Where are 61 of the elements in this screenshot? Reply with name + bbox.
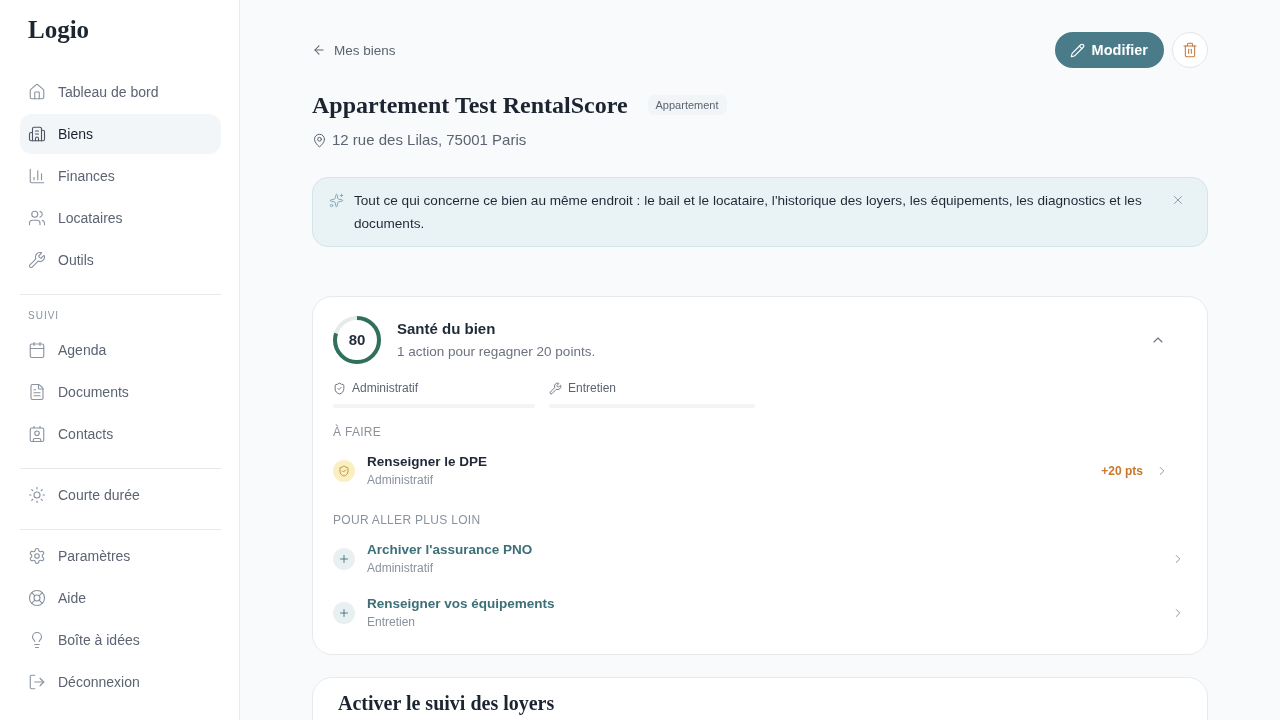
nav-item[interactable]: Biens <box>20 114 221 154</box>
trash-icon <box>1182 42 1198 58</box>
category-label: Administratif <box>352 380 419 396</box>
banner-text: Tout ce qui concerne ce bien au même endroit : le bail et le locataire, l'historique des loyers, les équipements, les diagnostics et les documents. <box>354 192 1143 233</box>
logout-icon <box>28 673 46 691</box>
document-icon <box>28 383 46 401</box>
plus-circle-icon <box>333 547 355 570</box>
points-label: +20 pts <box>1101 462 1143 479</box>
wrench-icon <box>549 381 562 395</box>
shield-check-icon <box>333 381 346 395</box>
nav-item[interactable]: Paramètres <box>20 536 221 576</box>
edit-button[interactable]: Modifier <box>1054 32 1164 68</box>
property-address: 12 rue des Lilas, 75001 Paris <box>332 130 527 150</box>
bar-chart-icon <box>28 167 46 185</box>
task-title[interactable]: Renseigner le DPE <box>367 453 488 471</box>
home-icon <box>28 83 46 101</box>
nav-item[interactable]: Tableau de bord <box>20 72 221 112</box>
pencil-icon <box>1069 42 1085 58</box>
users-icon <box>28 209 46 227</box>
lifebuoy-icon <box>28 589 46 607</box>
close-icon <box>1171 193 1185 207</box>
nav-item[interactable]: Courte durée <box>20 475 221 515</box>
property-type-badge: Appartement <box>647 95 727 115</box>
sparkles-icon <box>329 193 344 208</box>
nav-item[interactable]: Aide <box>20 578 221 618</box>
building-icon <box>28 125 46 143</box>
nav-item[interactable]: Outils <box>20 240 221 280</box>
nav-item[interactable]: Documents <box>20 372 221 412</box>
card-title: Santé du bien <box>397 318 496 339</box>
wrench-icon <box>28 251 46 269</box>
score-value: 80 <box>348 331 366 349</box>
nav-item[interactable]: Finances <box>20 156 221 196</box>
section-heading: SUIVI <box>28 309 60 323</box>
close-button[interactable] <box>1171 193 1185 207</box>
delete-button[interactable] <box>1172 32 1208 68</box>
section-heading: À FAIRE <box>333 424 382 440</box>
plus-circle-icon <box>333 601 355 624</box>
category-label: Entretien <box>568 380 617 396</box>
task-title[interactable]: Archiver l'assurance PNO <box>367 541 533 559</box>
task-category: Entretien <box>367 614 416 630</box>
sun-icon <box>28 486 46 504</box>
back-link[interactable]: Mes biens <box>312 42 396 58</box>
logo: Logio <box>27 15 90 45</box>
nav-item[interactable]: Boîte à idées <box>20 620 221 660</box>
shield-check-badge-icon <box>333 459 355 482</box>
nav-item[interactable]: Déconnexion <box>20 662 221 702</box>
nav-item[interactable]: Contacts <box>20 414 221 454</box>
nav-item[interactable]: Agenda <box>20 330 221 370</box>
settings-icon <box>28 547 46 565</box>
map-pin-icon <box>312 132 327 148</box>
card-title: Activer le suivi des loyers <box>338 691 556 715</box>
contact-card-icon <box>28 425 46 443</box>
task-category: Administratif <box>367 472 434 488</box>
task-title[interactable]: Renseigner vos équipements <box>367 595 555 613</box>
task-category: Administratif <box>367 560 434 576</box>
nav-item[interactable]: Locataires <box>20 198 221 238</box>
section-heading: POUR ALLER PLUS LOIN <box>333 512 481 528</box>
calendar-icon <box>28 341 46 359</box>
property-title: Appartement Test RentalScore <box>312 91 628 119</box>
score-ring <box>333 316 381 364</box>
card-subtitle: 1 action pour regagner 20 points. <box>397 342 596 361</box>
